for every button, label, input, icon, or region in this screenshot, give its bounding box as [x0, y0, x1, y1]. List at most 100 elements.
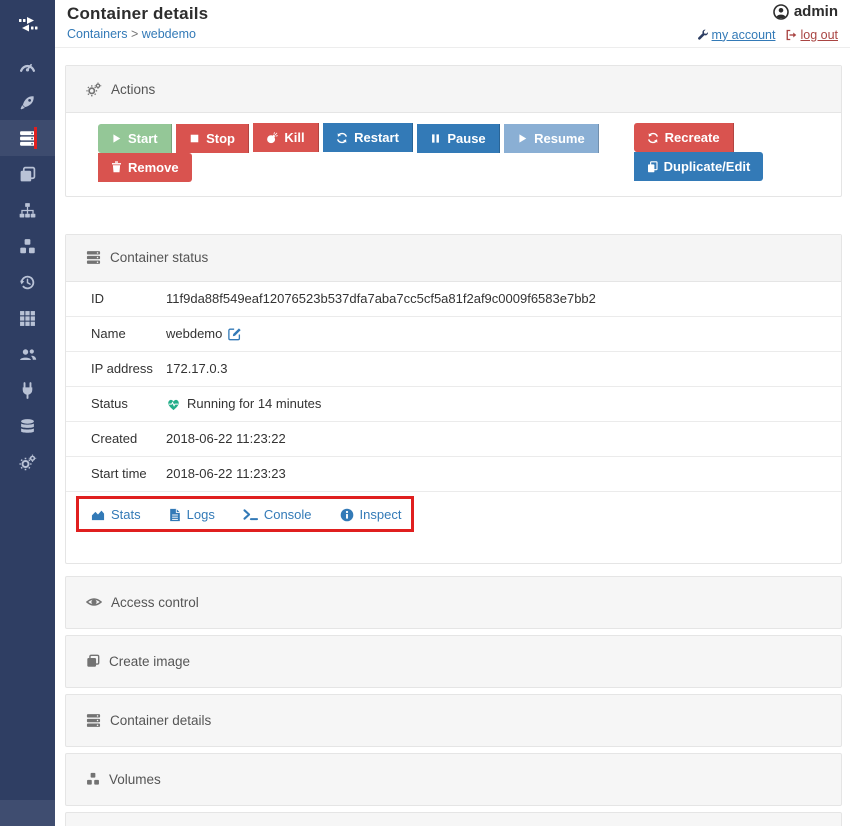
- cogs-icon: [86, 82, 102, 97]
- kill-button[interactable]: Kill: [253, 123, 318, 152]
- sign-out-icon: [785, 29, 797, 41]
- console-link[interactable]: Console: [243, 507, 312, 522]
- sidebar-item-volumes[interactable]: [0, 228, 55, 264]
- sidebar-item-user-management[interactable]: [0, 336, 55, 372]
- container-status-title: Container status: [110, 250, 208, 265]
- table-row-ip: IP address 172.17.0.3: [66, 352, 841, 387]
- file-text-icon: [169, 508, 181, 522]
- sidebar: [0, 0, 55, 826]
- log-out-link[interactable]: log out: [785, 28, 838, 42]
- files-icon: [647, 161, 658, 173]
- table-row-name: Name webdemo: [66, 317, 841, 352]
- breadcrumb-separator: >: [131, 27, 138, 41]
- table-row-id: ID 11f9da88f549eaf12076523b537dfa7aba7cc…: [66, 282, 841, 317]
- stats-link[interactable]: Stats: [91, 507, 141, 522]
- tachometer-icon: [19, 58, 36, 75]
- duplicate-edit-button[interactable]: Duplicate/Edit: [634, 152, 764, 181]
- sidebar-item-dashboard[interactable]: [0, 48, 55, 84]
- sidebar-item-registries[interactable]: [0, 408, 55, 444]
- row-value: 2018-06-22 11:23:22: [166, 431, 302, 446]
- restart-button[interactable]: Restart: [323, 123, 413, 152]
- sidebar-item-settings[interactable]: [0, 444, 55, 480]
- portainer-arrows-icon: [16, 14, 40, 34]
- sidebar-item-endpoints[interactable]: [0, 372, 55, 408]
- row-value: 11f9da88f549eaf12076523b537dfa7aba7cc5cf…: [166, 291, 612, 306]
- plug-icon: [19, 382, 36, 399]
- my-account-link[interactable]: my account: [697, 28, 776, 42]
- logs-link[interactable]: Logs: [169, 507, 215, 522]
- heartbeat-icon: [166, 397, 181, 411]
- actions-panel-body: Start Stop Kill Restart: [66, 113, 841, 196]
- area-chart-icon: [91, 508, 105, 521]
- user-box: admin my account log out: [697, 3, 838, 42]
- sidebar-item-networks[interactable]: [0, 192, 55, 228]
- connected-networks-panel[interactable]: Connected networks: [65, 812, 842, 826]
- breadcrumb-containers-link[interactable]: Containers: [67, 27, 127, 41]
- actions-panel: Actions Start Stop Kill: [65, 65, 842, 197]
- sitemap-icon: [19, 202, 36, 219]
- start-button[interactable]: Start: [98, 124, 172, 153]
- user-links: my account log out: [697, 28, 838, 42]
- server-icon: [86, 713, 101, 728]
- sidebar-item-engine[interactable]: [0, 300, 55, 336]
- row-value: 172.17.0.3: [166, 361, 243, 376]
- container-details-panel[interactable]: Container details: [65, 694, 842, 747]
- pause-button[interactable]: Pause: [417, 124, 499, 153]
- refresh-icon: [336, 132, 348, 144]
- table-row-status: Status Running for 14 minutes: [66, 387, 841, 422]
- row-label: Name: [66, 326, 166, 341]
- create-image-panel[interactable]: Create image: [65, 635, 842, 688]
- edit-name-icon[interactable]: [228, 327, 242, 341]
- breadcrumb-current-link[interactable]: webdemo: [142, 27, 196, 41]
- wrench-icon: [697, 29, 709, 41]
- create-image-title: Create image: [109, 654, 190, 669]
- main-content: Actions Start Stop Kill: [55, 48, 850, 826]
- row-value: webdemo: [166, 326, 258, 341]
- database-icon: [19, 418, 36, 435]
- trash-icon: [111, 161, 122, 173]
- sidebar-item-events[interactable]: [0, 264, 55, 300]
- users-icon: [19, 346, 37, 363]
- access-control-panel[interactable]: Access control: [65, 576, 842, 629]
- info-circle-icon: [340, 508, 354, 522]
- user-circle-icon: [773, 4, 789, 20]
- history-icon: [19, 274, 36, 291]
- access-control-title: Access control: [111, 595, 199, 610]
- terminal-icon: [243, 508, 258, 521]
- row-value: 2018-06-22 11:23:23: [166, 466, 302, 481]
- sidebar-item-app-templates[interactable]: [0, 84, 55, 120]
- clone-icon: [19, 166, 36, 183]
- rocket-icon: [19, 94, 36, 111]
- app-logo[interactable]: [0, 0, 55, 48]
- user-name: admin: [773, 3, 838, 20]
- row-label: Start time: [66, 466, 166, 481]
- stop-icon: [189, 133, 200, 144]
- recreate-button[interactable]: Recreate: [634, 123, 734, 152]
- container-status-header: Container status: [66, 235, 841, 282]
- sidebar-item-containers[interactable]: [0, 120, 55, 156]
- actions-button-row: Start Stop Kill Restart: [98, 123, 841, 182]
- remove-button[interactable]: Remove: [98, 153, 192, 182]
- row-label: Created: [66, 431, 166, 446]
- volumes-panel[interactable]: Volumes: [65, 753, 842, 806]
- resume-button[interactable]: Resume: [504, 124, 599, 153]
- cogs-icon: [19, 454, 37, 471]
- sidebar-item-images[interactable]: [0, 156, 55, 192]
- table-row-created: Created 2018-06-22 11:23:22: [66, 422, 841, 457]
- container-status-panel: Container status ID 11f9da88f549eaf12076…: [65, 234, 842, 564]
- play-icon: [517, 133, 528, 144]
- page-header: Container details Containers > webdemo a…: [55, 0, 850, 48]
- actions-panel-title: Actions: [111, 82, 155, 97]
- cubes-icon: [19, 238, 36, 255]
- sidebar-footer: [0, 800, 55, 826]
- inspect-link[interactable]: Inspect: [340, 507, 402, 522]
- row-value: Running for 14 minutes: [166, 396, 337, 411]
- panel-padding: [66, 538, 841, 563]
- pause-icon: [430, 133, 441, 144]
- stop-button[interactable]: Stop: [176, 124, 249, 153]
- play-icon: [111, 133, 122, 144]
- actions-secondary-group: Recreate Duplicate/Edit: [634, 123, 841, 181]
- row-label: Status: [66, 396, 166, 411]
- row-label: ID: [66, 291, 166, 306]
- cubes-icon: [86, 772, 100, 786]
